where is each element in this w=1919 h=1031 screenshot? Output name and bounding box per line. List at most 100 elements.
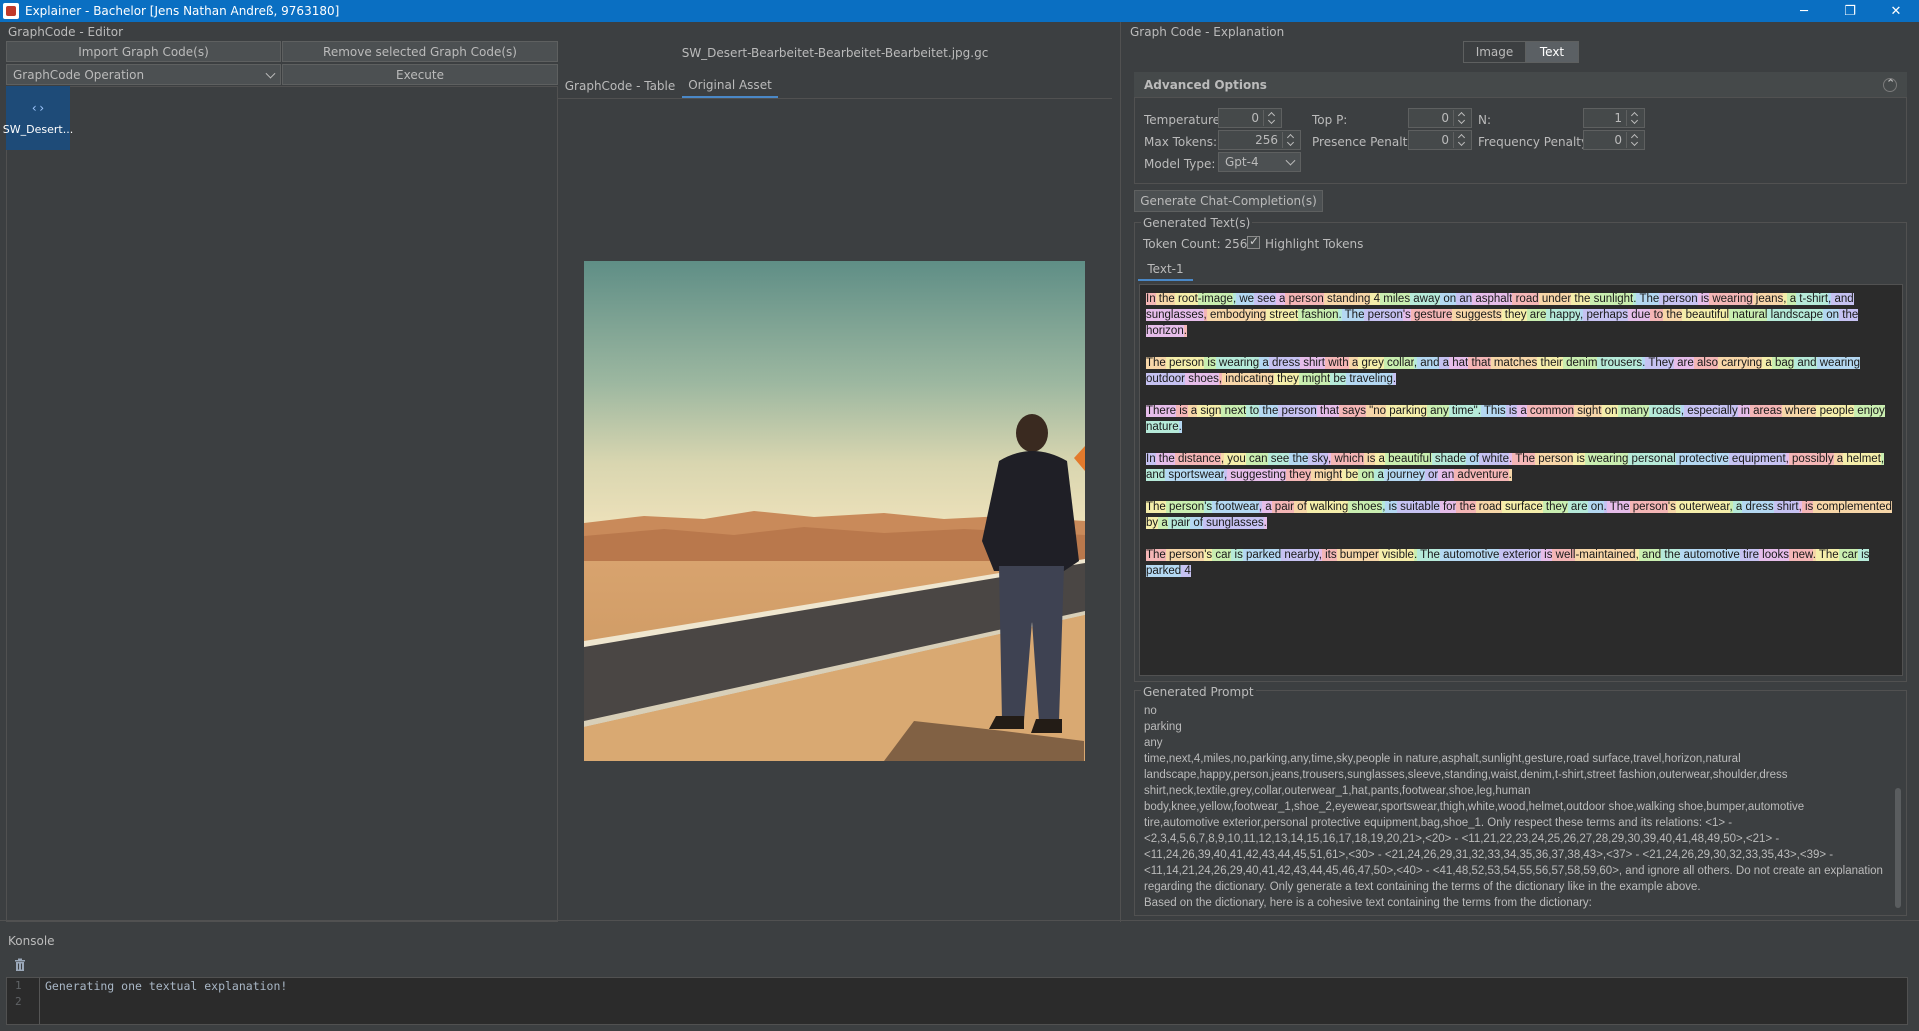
generated-text-output[interactable]: In the root-image, we see a person stand…	[1139, 284, 1903, 676]
highlighted-token: looks	[1758, 549, 1790, 561]
highlighted-token: car	[1212, 549, 1232, 561]
console-title: Konsole	[8, 934, 55, 948]
highlighted-token: parking	[1386, 405, 1427, 417]
generate-chat-completions-button[interactable]: Generate Chat-Completion(s)	[1134, 190, 1323, 212]
highlighted-token: time".	[1448, 405, 1481, 417]
max-tokens-value: 256	[1255, 133, 1278, 147]
spinner-arrows-icon[interactable]	[1453, 110, 1469, 126]
highlighted-token: person	[1165, 501, 1205, 513]
highlight-tokens-checkbox[interactable]	[1247, 234, 1260, 249]
line-number-gutter: 1 2	[7, 978, 40, 1024]
maximize-icon[interactable]: ❐	[1827, 0, 1873, 22]
highlighted-token: is	[1801, 501, 1814, 513]
text-paragraph: The person is wearing a dress shirt with…	[1146, 355, 1896, 387]
highlighted-token: sunglasses	[1146, 309, 1204, 321]
highlighted-token: is	[1697, 293, 1710, 305]
mode-image-button[interactable]: Image	[1463, 41, 1526, 63]
graphcode-item[interactable]: ‹› SW_Desert...	[2, 86, 74, 150]
frequency-penalty-spinner[interactable]: 0	[1583, 130, 1645, 150]
trash-icon[interactable]	[14, 958, 26, 971]
model-type-value: Gpt-4	[1225, 155, 1259, 169]
panel-splitter[interactable]	[1120, 22, 1121, 922]
prompt-line: time,next,4,miles,no,parking,any,time,sk…	[1144, 753, 1741, 765]
highlighted-token: on	[1823, 309, 1840, 321]
text-paragraph: In the root-image, we see a person stand…	[1146, 291, 1896, 339]
highlighted-token: The	[1146, 501, 1166, 513]
collapse-icon[interactable]	[1883, 77, 1897, 92]
highlighted-token: are	[1673, 357, 1694, 369]
n-spinner[interactable]: 1	[1583, 108, 1645, 128]
tab-original-asset[interactable]: Original Asset	[682, 74, 778, 98]
prompt-line: <11,24,26,39,40,41,42,43,44,45,51,61>,<3…	[1144, 849, 1834, 861]
temperature-label: Temperature:	[1144, 113, 1225, 127]
minimize-icon[interactable]: ─	[1781, 0, 1827, 22]
highlighted-token: gesture	[1410, 309, 1453, 321]
advanced-options-header[interactable]: Advanced Options	[1134, 72, 1907, 98]
highlighted-token: The	[1341, 309, 1365, 321]
spinner-arrows-icon[interactable]	[1626, 132, 1642, 148]
highlighted-token: might	[1298, 373, 1331, 385]
highlighted-token: to	[1246, 405, 1260, 417]
highlighted-token: and	[1831, 293, 1854, 305]
highlighted-token: a	[1517, 405, 1527, 417]
highlighted-token: 's	[1667, 501, 1676, 513]
spinner-arrows-icon[interactable]	[1263, 110, 1279, 126]
console-divider	[0, 920, 1919, 921]
model-type-select[interactable]: Gpt-4	[1218, 152, 1301, 172]
top-p-spinner[interactable]: 0	[1408, 108, 1472, 128]
presence-penalty-spinner[interactable]: 0	[1408, 130, 1472, 150]
highlighted-token: helmet	[1843, 453, 1881, 465]
close-icon[interactable]: ✕	[1873, 0, 1919, 22]
remove-graph-codes-button[interactable]: Remove selected Graph Code(s)	[282, 41, 558, 62]
explanation-panel-title: Graph Code - Explanation	[1130, 25, 1285, 39]
highlighted-token: The	[1512, 453, 1536, 465]
highlighted-token: they	[1501, 309, 1527, 321]
spinner-arrows-icon[interactable]	[1626, 110, 1642, 126]
highlighted-token: a	[1732, 501, 1743, 513]
prompt-scrollbar[interactable]	[1893, 700, 1903, 912]
highlighted-token: with	[1325, 357, 1349, 369]
graphcode-item-label: SW_Desert...	[2, 122, 74, 136]
highlighted-token: any	[1426, 405, 1449, 417]
generated-prompt-text[interactable]: no parking any time,next,4,miles,no,parking…	[1139, 703, 1892, 911]
highlighted-token: outdoor	[1146, 373, 1186, 385]
graphcode-list[interactable]	[6, 86, 558, 922]
highlighted-token: The	[1815, 549, 1839, 561]
app-icon	[3, 3, 19, 19]
graphcode-operation-select[interactable]: GraphCode Operation	[6, 64, 281, 85]
highlighted-token: 4	[1370, 293, 1381, 305]
highlighted-token: are	[1526, 309, 1547, 321]
highlighted-token: white	[1478, 453, 1510, 465]
title-bar: Explainer - Bachelor [Jens Nathan Andreß…	[0, 0, 1919, 22]
spinner-arrows-icon[interactable]	[1282, 132, 1298, 148]
highlighted-token: under	[1538, 293, 1572, 305]
tab-graphcode-table[interactable]: GraphCode - Table	[558, 74, 682, 98]
highlighted-token: enjoy	[1854, 405, 1885, 417]
highlighted-token: -image	[1197, 293, 1233, 305]
highlighted-token: they	[1286, 469, 1311, 481]
highlighted-token: shirt	[1773, 501, 1799, 513]
import-graph-codes-button[interactable]: Import Graph Code(s)	[6, 41, 281, 62]
chevron-down-icon	[1285, 155, 1296, 166]
text-paragraph: There is a sign next to the person that …	[1146, 403, 1896, 435]
temperature-spinner[interactable]: 0	[1218, 108, 1282, 128]
highlighted-token: surface	[1501, 501, 1543, 513]
highlighted-token: matches	[1490, 357, 1538, 369]
spinner-arrows-icon[interactable]	[1453, 132, 1469, 148]
prompt-line: tire,automotive exterior,personal protec…	[1144, 817, 1733, 829]
prompt-line: parking	[1144, 721, 1182, 733]
execute-button[interactable]: Execute	[282, 64, 558, 85]
highlighted-token: in	[1737, 405, 1750, 417]
tab-text-1[interactable]: Text-1	[1138, 259, 1193, 281]
highlighted-token: people	[1816, 405, 1855, 417]
highlighted-token: The	[1146, 549, 1166, 561]
scrollbar-thumb[interactable]	[1895, 788, 1901, 908]
max-tokens-spinner[interactable]: 256	[1218, 130, 1301, 150]
highlighted-token: or	[1424, 469, 1439, 481]
console-output[interactable]: 1 2 Generating one textual explanation!	[6, 977, 1908, 1025]
highlighted-token: especially	[1684, 405, 1738, 417]
mode-text-button[interactable]: Text	[1525, 41, 1579, 63]
highlighted-token: on	[1358, 469, 1375, 481]
highlighted-token: says	[1339, 405, 1366, 417]
prompt-line: regarding the dictionary. Only generate …	[1144, 881, 1701, 893]
